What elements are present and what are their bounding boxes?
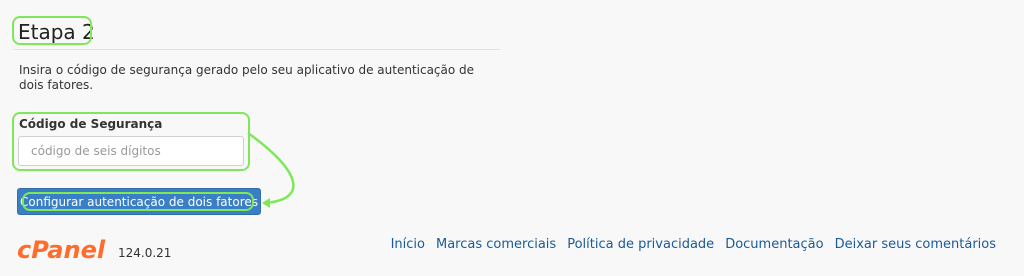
footer-link-feedback[interactable]: Deixar seus comentários [835,237,996,252]
divider [14,49,500,50]
version-text: 124.0.21 [118,246,172,260]
footer-link-home[interactable]: Início [391,237,425,252]
security-code-label: Código de Segurança [19,117,163,131]
cpanel-logo-icon: cPanel [17,236,106,264]
step-title: Etapa 2 [18,20,95,44]
footer-link-privacy[interactable]: Política de privacidade [567,237,714,252]
logo-text: cPanel [17,236,106,262]
footer-link-trademarks[interactable]: Marcas comerciais [436,237,556,252]
footer-link-documentation[interactable]: Documentação [725,237,823,252]
configure-2fa-button[interactable]: Configurar autenticação de dois fatores [17,188,261,215]
cpanel-logo: cPanel [17,236,117,266]
security-code-input[interactable] [18,136,244,166]
footer-nav: Início Marcas comerciais Política de pri… [391,237,996,252]
instructions-text: Insira o código de segurança gerado pelo… [19,63,475,92]
